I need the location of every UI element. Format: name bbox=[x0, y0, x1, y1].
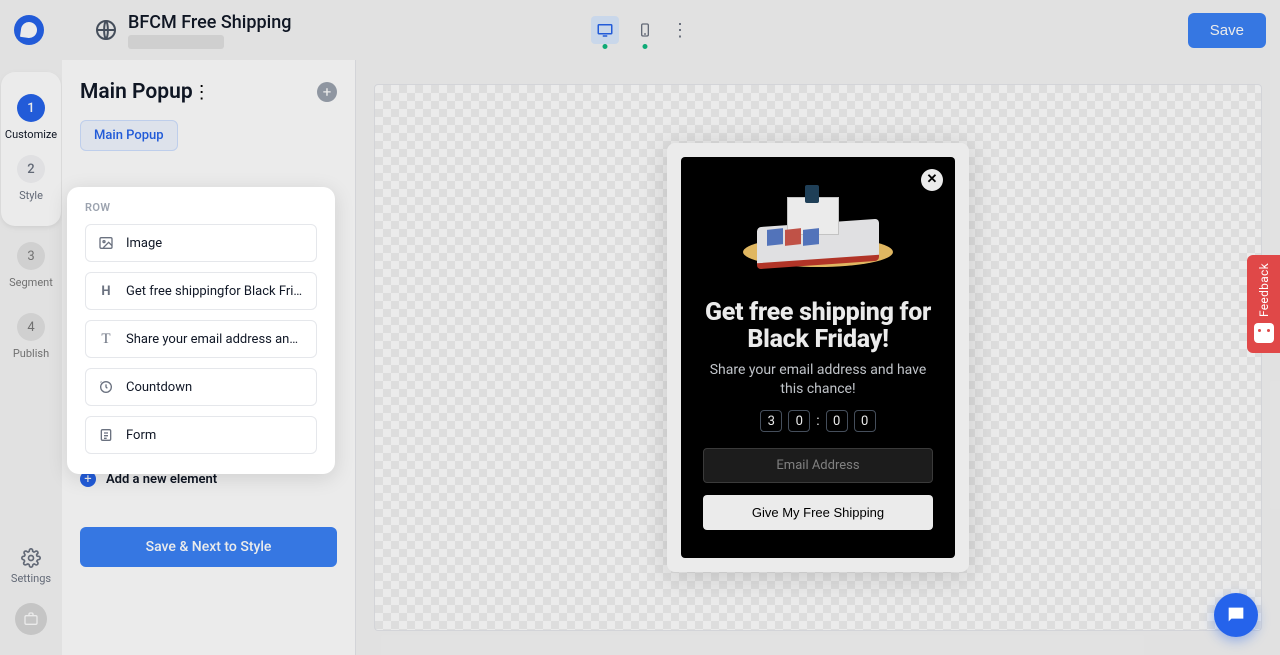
popup-subtext: Share your email address and have this c… bbox=[708, 361, 928, 399]
mobile-preview-button[interactable] bbox=[631, 16, 659, 44]
canvas: ✕ Get free shipping for Black Friday! Sh… bbox=[356, 60, 1280, 655]
countdown: 3 0 : 0 0 bbox=[703, 410, 933, 432]
app-logo[interactable] bbox=[14, 15, 44, 45]
row-item-form[interactable]: Form bbox=[85, 416, 317, 454]
page-title: BFCM Free Shipping bbox=[128, 12, 291, 33]
artboard[interactable]: ✕ Get free shipping for Black Friday! Sh… bbox=[374, 84, 1262, 631]
panel-more-icon[interactable]: ⋮ bbox=[193, 82, 211, 103]
cd-digit: 0 bbox=[854, 410, 876, 432]
row-elements-card: ROW Image H Get free shippingfor Black F… bbox=[67, 187, 335, 474]
cta-button[interactable]: Give My Free Shipping bbox=[703, 495, 933, 530]
briefcase-button[interactable] bbox=[15, 603, 47, 635]
ship-illustration bbox=[733, 185, 903, 285]
popup-frame: ✕ Get free shipping for Black Friday! Sh… bbox=[667, 143, 969, 573]
cd-digit: 0 bbox=[788, 410, 810, 432]
cd-colon: : bbox=[816, 413, 819, 429]
row-label: ROW bbox=[85, 201, 317, 214]
panel-heading: Main Popup bbox=[80, 80, 193, 104]
step-publish[interactable]: 4 Publish bbox=[13, 313, 49, 360]
save-next-button[interactable]: Save & Next to Style bbox=[80, 527, 337, 567]
chat-fab[interactable] bbox=[1214, 593, 1258, 637]
row-item-countdown[interactable]: Countdown bbox=[85, 368, 317, 406]
add-panel-button[interactable]: + bbox=[317, 82, 337, 102]
feedback-tab[interactable]: Feedback bbox=[1247, 255, 1280, 353]
gear-icon bbox=[21, 548, 41, 568]
desktop-preview-button[interactable] bbox=[591, 16, 619, 44]
row-item-heading[interactable]: H Get free shippingfor Black Friday! bbox=[85, 272, 317, 310]
popup-chip[interactable]: Main Popup bbox=[80, 120, 178, 151]
heading-icon: H bbox=[97, 282, 115, 300]
row-item-text[interactable]: T Share your email address and have th..… bbox=[85, 320, 317, 358]
step-customize[interactable]: 1 Customize bbox=[5, 94, 57, 141]
page-subtitle-placeholder bbox=[128, 35, 224, 49]
device-more-icon[interactable]: ⋮ bbox=[671, 20, 689, 41]
cd-digit: 3 bbox=[760, 410, 782, 432]
globe-icon[interactable] bbox=[94, 18, 118, 42]
popup: ✕ Get free shipping for Black Friday! Sh… bbox=[681, 157, 955, 559]
clock-icon bbox=[97, 378, 115, 396]
step-style[interactable]: 2 Style bbox=[17, 155, 45, 202]
form-icon bbox=[97, 426, 115, 444]
settings-button[interactable]: Settings bbox=[11, 548, 51, 585]
left-rail: 1 Customize 2 Style 3 Segment 4 Publish … bbox=[0, 60, 62, 655]
close-button[interactable]: ✕ bbox=[921, 169, 943, 191]
save-button[interactable]: Save bbox=[1188, 13, 1266, 48]
text-icon: T bbox=[97, 330, 115, 348]
email-input[interactable]: Email Address bbox=[703, 448, 933, 483]
briefcase-icon bbox=[23, 611, 39, 627]
cd-digit: 0 bbox=[826, 410, 848, 432]
row-item-image[interactable]: Image bbox=[85, 224, 317, 262]
smiley-icon bbox=[1254, 323, 1274, 343]
step-segment[interactable]: 3 Segment bbox=[9, 242, 53, 289]
top-bar: BFCM Free Shipping ⋮ Save bbox=[0, 0, 1280, 60]
popup-headline: Get free shipping for Black Friday! bbox=[703, 299, 933, 353]
image-icon bbox=[97, 234, 115, 252]
chat-icon bbox=[1225, 604, 1247, 626]
